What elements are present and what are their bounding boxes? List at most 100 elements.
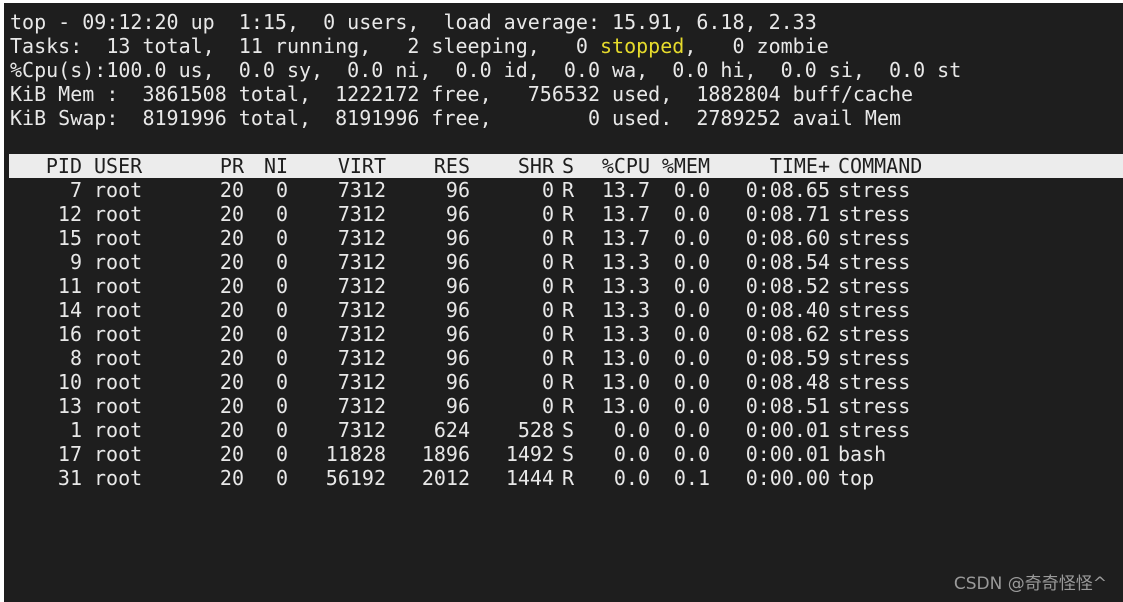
row-res: 96: [445, 346, 470, 370]
row-cpu: 13.7: [601, 202, 650, 226]
row-time: 0:00.00: [745, 466, 830, 490]
row-mem: 0.0: [673, 274, 710, 298]
row-res: 96: [445, 202, 470, 226]
column-header-mem[interactable]: %MEM: [658, 154, 710, 178]
row-pid: 15: [57, 226, 82, 250]
row-state: R: [562, 322, 575, 346]
table-row[interactable]: 8 root 20 0 7312 96 0 R 13.0 0.0 0:08.59…: [10, 346, 1120, 370]
row-command: stress: [838, 322, 911, 346]
row-time: 0:08.65: [745, 178, 830, 202]
row-user: root: [94, 394, 143, 418]
tasks-text-tail: , 0 zombie: [684, 34, 829, 58]
row-pid: 31: [57, 466, 82, 490]
row-user: root: [94, 370, 143, 394]
row-time: 0:08.71: [745, 202, 830, 226]
row-virt: 7312: [337, 346, 386, 370]
table-row[interactable]: 15 root 20 0 7312 96 0 R 13.7 0.0 0:08.6…: [10, 226, 1120, 250]
row-shr: 1492: [505, 442, 554, 466]
row-state: R: [562, 394, 575, 418]
row-user: root: [94, 442, 143, 466]
row-res: 96: [445, 394, 470, 418]
table-row[interactable]: 1 root 20 0 7312 624 528 S 0.0 0.0 0:00.…: [10, 418, 1120, 442]
table-row[interactable]: 16 root 20 0 7312 96 0 R 13.3 0.0 0:08.6…: [10, 322, 1120, 346]
table-row[interactable]: 10 root 20 0 7312 96 0 R 13.0 0.0 0:08.4…: [10, 370, 1120, 394]
row-user: root: [94, 178, 143, 202]
column-header-ni[interactable]: NI: [264, 154, 288, 178]
row-virt: 56192: [325, 466, 386, 490]
row-time: 0:08.59: [745, 346, 830, 370]
row-cpu: 13.0: [601, 370, 650, 394]
row-pr: 20: [219, 274, 244, 298]
row-shr: 0: [541, 226, 554, 250]
row-pr: 20: [219, 202, 244, 226]
row-ni: 0: [275, 418, 288, 442]
row-virt: 7312: [337, 250, 386, 274]
row-command: stress: [838, 370, 911, 394]
row-command: stress: [838, 226, 911, 250]
column-header-shr[interactable]: SHR: [480, 154, 554, 178]
column-header-res[interactable]: RES: [396, 154, 470, 178]
row-pr: 20: [219, 250, 244, 274]
row-user: root: [94, 274, 143, 298]
row-ni: 0: [275, 322, 288, 346]
row-ni: 0: [275, 202, 288, 226]
table-row[interactable]: 9 root 20 0 7312 96 0 R 13.3 0.0 0:08.54…: [10, 250, 1120, 274]
row-res: 96: [445, 226, 470, 250]
column-header-state[interactable]: S: [562, 154, 576, 178]
row-user: root: [94, 226, 143, 250]
row-res: 2012: [421, 466, 470, 490]
column-header-virt[interactable]: VIRT: [308, 154, 386, 178]
column-header-row: PID USER PR NI VIRT RES SHR S %CPU %MEM …: [10, 154, 1120, 178]
column-header-command[interactable]: COMMAND: [838, 154, 958, 178]
table-row[interactable]: 14 root 20 0 7312 96 0 R 13.3 0.0 0:08.4…: [10, 298, 1120, 322]
row-shr: 1444: [505, 466, 554, 490]
row-cpu: 13.7: [601, 178, 650, 202]
row-time: 0:08.60: [745, 226, 830, 250]
row-pid: 13: [57, 394, 82, 418]
row-cpu: 13.3: [601, 322, 650, 346]
row-pr: 20: [219, 418, 244, 442]
row-pid: 11: [57, 274, 82, 298]
row-mem: 0.0: [673, 250, 710, 274]
cpu-line: %Cpu(s):100.0 us, 0.0 sy, 0.0 ni, 0.0 id…: [10, 58, 962, 82]
row-state: R: [562, 346, 575, 370]
column-header-pid[interactable]: PID: [10, 154, 82, 178]
table-row[interactable]: 13 root 20 0 7312 96 0 R 13.0 0.0 0:08.5…: [10, 394, 1120, 418]
row-virt: 7312: [337, 178, 386, 202]
mem-line: KiB Mem : 3861508 total, 1222172 free, 7…: [10, 82, 914, 106]
column-header-pr[interactable]: PR: [200, 154, 244, 178]
row-state: S: [562, 418, 575, 442]
row-user: root: [94, 346, 143, 370]
table-row[interactable]: 12 root 20 0 7312 96 0 R 13.7 0.0 0:08.7…: [10, 202, 1120, 226]
terminal-window[interactable]: top - 09:12:20 up 1:15, 0 users, load av…: [4, 3, 1123, 602]
row-shr: 0: [541, 250, 554, 274]
tasks-stopped-label: stopped: [600, 34, 685, 58]
column-header-user[interactable]: USER: [94, 154, 190, 178]
row-cpu: 13.0: [601, 346, 650, 370]
uptime-load-line: top - 09:12:20 up 1:15, 0 users, load av…: [10, 10, 817, 34]
row-pr: 20: [219, 466, 244, 490]
row-res: 96: [445, 178, 470, 202]
row-user: root: [94, 250, 143, 274]
column-header-cpu[interactable]: %CPU: [588, 154, 650, 178]
column-header-time[interactable]: TIME+: [720, 154, 830, 178]
row-pr: 20: [219, 178, 244, 202]
table-row[interactable]: 11 root 20 0 7312 96 0 R 13.3 0.0 0:08.5…: [10, 274, 1120, 298]
row-command: stress: [838, 346, 911, 370]
row-time: 0:08.54: [745, 250, 830, 274]
table-row[interactable]: 7 root 20 0 7312 96 0 R 13.7 0.0 0:08.65…: [10, 178, 1120, 202]
row-state: R: [562, 178, 575, 202]
row-state: R: [562, 298, 575, 322]
row-cpu: 13.3: [601, 298, 650, 322]
row-ni: 0: [275, 466, 288, 490]
table-row[interactable]: 17 root 20 0 11828 1896 1492 S 0.0 0.0 0…: [10, 442, 1120, 466]
row-shr: 0: [541, 370, 554, 394]
row-pid: 9: [69, 250, 82, 274]
row-time: 0:00.01: [745, 442, 830, 466]
row-pid: 17: [57, 442, 82, 466]
row-virt: 7312: [337, 274, 386, 298]
row-state: R: [562, 250, 575, 274]
row-pr: 20: [219, 442, 244, 466]
table-row[interactable]: 31 root 20 0 56192 2012 1444 R 0.0 0.1 0…: [10, 466, 1120, 490]
tasks-line: Tasks: 13 total, 11 running, 2 sleeping,…: [10, 34, 829, 58]
